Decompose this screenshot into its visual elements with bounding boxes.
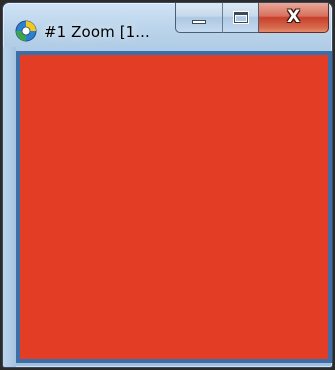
maximize-icon [233,12,248,23]
minimize-icon [192,19,206,24]
close-button[interactable]: X [259,3,329,33]
window-border-left[interactable] [3,47,16,367]
maximize-button[interactable] [223,3,259,33]
app-logo-icon[interactable] [15,20,37,42]
zoom-viewport [16,51,332,363]
zoom-window: #1 Zoom [1... X [2,2,333,368]
zoom-canvas[interactable] [20,55,328,359]
close-icon: X [286,7,301,27]
window-controls: X [175,3,329,41]
minimize-button[interactable] [175,3,223,33]
title-bar[interactable]: #1 Zoom [1... X [3,3,332,47]
window-title: #1 Zoom [1... [44,23,150,41]
